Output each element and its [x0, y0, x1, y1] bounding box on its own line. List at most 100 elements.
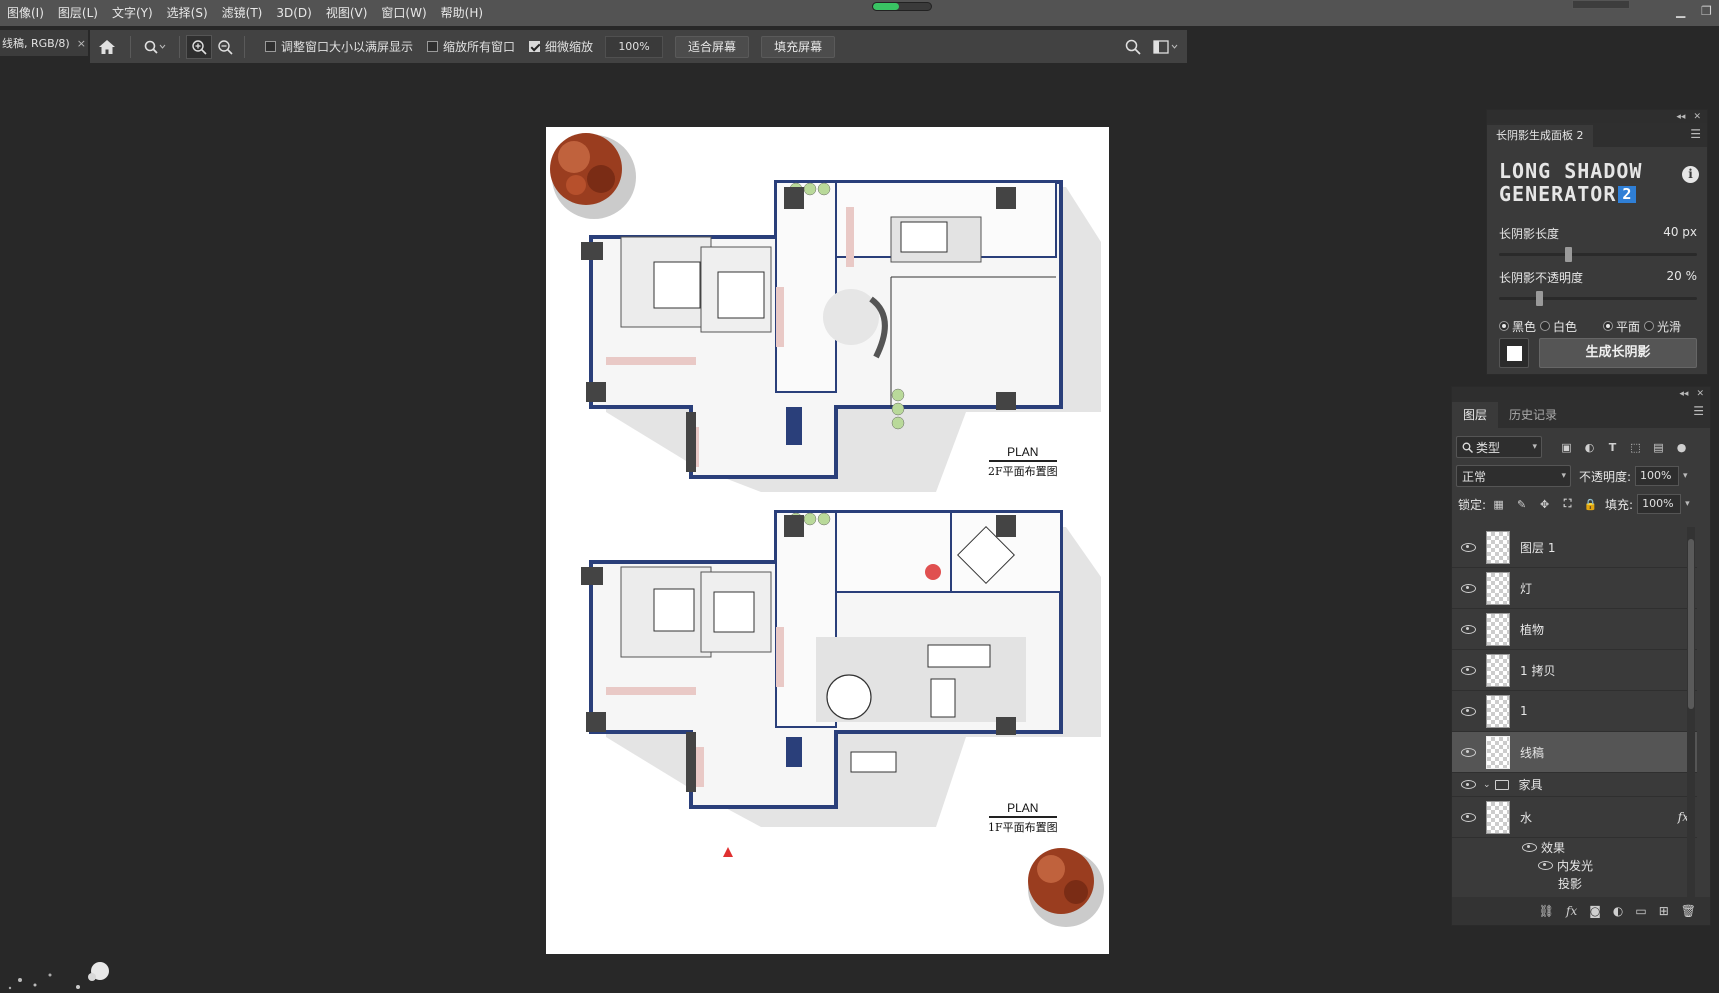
opacity-field[interactable]: 100%: [1635, 466, 1680, 486]
visibility-eye-icon[interactable]: [1461, 542, 1476, 552]
add-style-icon[interactable]: fx: [1566, 904, 1577, 918]
lock-paint-icon[interactable]: ✎: [1515, 498, 1528, 511]
filter-toggle-icon[interactable]: ●: [1675, 441, 1688, 454]
zoom-value-field[interactable]: 100%: [605, 35, 664, 58]
layer-row[interactable]: 1 拷贝: [1452, 650, 1697, 691]
layer-row[interactable]: 1: [1452, 691, 1697, 732]
panel-close-icon[interactable]: ✕: [1693, 112, 1701, 122]
opacity-slider[interactable]: [1499, 291, 1697, 306]
effects-row[interactable]: 效果: [1452, 838, 1697, 856]
close-icon[interactable]: ×: [77, 37, 86, 50]
workspace-icon[interactable]: [1153, 39, 1179, 54]
chevron-down-icon[interactable]: ⌄: [1483, 780, 1491, 790]
visibility-eye-icon[interactable]: [1461, 665, 1476, 675]
collapse-icon[interactable]: ◂◂: [1676, 112, 1685, 122]
visibility-eye-icon[interactable]: [1461, 706, 1476, 716]
panel-menu-icon[interactable]: ☰: [1690, 127, 1701, 141]
lock-all-icon[interactable]: 🔒: [1584, 498, 1598, 511]
menu-type[interactable]: 文字(Y): [105, 0, 160, 26]
new-group-icon[interactable]: ▭: [1635, 904, 1646, 918]
zoom-in-button[interactable]: [186, 34, 212, 59]
resize-windows-checkbox[interactable]: 调整窗口大小以满屏显示: [265, 38, 413, 55]
blend-mode-dropdown[interactable]: 正常 ▾: [1456, 465, 1571, 487]
lock-transparent-icon[interactable]: ▦: [1492, 498, 1505, 511]
filter-smart-object-icon[interactable]: ▤: [1652, 441, 1665, 454]
delete-icon[interactable]: 🗑: [1681, 904, 1696, 918]
layer-row[interactable]: 图层 1: [1452, 527, 1697, 568]
filter-type-icon[interactable]: T: [1606, 441, 1619, 454]
fill-field[interactable]: 100%: [1637, 494, 1682, 514]
visibility-eye-icon[interactable]: [1461, 747, 1476, 757]
menu-window[interactable]: 窗口(W): [374, 0, 433, 26]
chevron-down-icon[interactable]: ▾: [1683, 471, 1688, 481]
scrubby-zoom-checkbox[interactable]: 细微缩放: [529, 38, 593, 55]
filter-dropdown[interactable]: 类型 ▾: [1456, 436, 1542, 458]
visibility-eye-icon[interactable]: [1522, 842, 1537, 852]
new-layer-icon[interactable]: ⊞: [1659, 904, 1669, 918]
lock-position-icon[interactable]: ✥: [1538, 498, 1551, 511]
search-icon[interactable]: [1125, 39, 1141, 55]
radio-smooth[interactable]: 光滑: [1644, 318, 1681, 335]
menu-3d[interactable]: 3D(D): [269, 0, 318, 26]
layers-scrollbar[interactable]: [1687, 527, 1695, 907]
radio-black[interactable]: 黑色: [1499, 318, 1536, 335]
shadow-color-swatch[interactable]: [1499, 338, 1529, 368]
lock-artboard-icon[interactable]: ⛶: [1561, 497, 1574, 511]
radio-flat[interactable]: 平面: [1603, 318, 1640, 335]
effect-row[interactable]: 投影: [1452, 874, 1697, 892]
filter-shape-icon[interactable]: ⬚: [1629, 441, 1642, 454]
collapse-icon[interactable]: ◂◂: [1679, 389, 1688, 399]
lock-row: 锁定: ▦ ✎ ✥ ⛶ 🔒 填充: 100% ▾: [1456, 494, 1706, 514]
checkbox-box: [529, 41, 541, 52]
adjustment-layer-icon[interactable]: ◐: [1613, 904, 1623, 918]
menu-view[interactable]: 视图(V): [319, 0, 375, 26]
visibility-eye-icon[interactable]: [1538, 860, 1553, 870]
layer-row-selected[interactable]: 线稿: [1452, 732, 1697, 773]
zoom-tool-button[interactable]: [137, 35, 173, 59]
menu-help[interactable]: 帮助(H): [434, 0, 490, 26]
tab-long-shadow[interactable]: 长阴影生成面板 2: [1487, 125, 1593, 147]
panel-close-icon[interactable]: ✕: [1696, 389, 1704, 399]
radio-white[interactable]: 白色: [1540, 318, 1577, 335]
tab-history[interactable]: 历史记录: [1498, 402, 1568, 428]
layers-footer: ⛓ fx ◙ ◐ ▭ ⊞ 🗑: [1452, 897, 1710, 925]
fill-screen-button[interactable]: 填充屏幕: [761, 35, 836, 58]
scrollbar-thumb[interactable]: [1688, 539, 1694, 709]
layer-group-row[interactable]: ⌄ 家具: [1452, 773, 1697, 797]
lsg-title-line2: GENERATOR: [1499, 182, 1617, 206]
info-icon[interactable]: i: [1682, 166, 1699, 183]
chevron-down-icon[interactable]: ▾: [1685, 499, 1690, 509]
minimize-icon[interactable]: ▁: [1676, 4, 1685, 18]
document-canvas[interactable]: PLAN 2F平面布置图 PLAN 1F平面布置图: [546, 127, 1109, 954]
restore-icon[interactable]: ❐: [1701, 4, 1712, 18]
layer-row[interactable]: 水 fx: [1452, 797, 1697, 838]
menu-filter[interactable]: 滤镜(T): [215, 0, 270, 26]
generate-shadow-button[interactable]: 生成长阴影: [1539, 338, 1697, 368]
length-slider[interactable]: [1499, 247, 1697, 262]
zoom-out-button[interactable]: [212, 35, 238, 59]
fit-screen-button[interactable]: 适合屏幕: [675, 35, 750, 58]
menu-layer[interactable]: 图层(L): [51, 0, 105, 26]
visibility-eye-icon[interactable]: [1461, 583, 1476, 593]
effect-row[interactable]: 内发光: [1452, 856, 1697, 874]
checkbox-box: [427, 41, 439, 52]
link-icon[interactable]: ⛓: [1539, 904, 1554, 918]
add-mask-icon[interactable]: ◙: [1589, 904, 1601, 918]
visibility-eye-icon[interactable]: [1461, 812, 1476, 822]
tab-layers[interactable]: 图层: [1452, 402, 1499, 428]
visibility-eye-icon[interactable]: [1461, 624, 1476, 634]
layer-row[interactable]: 灯: [1452, 568, 1697, 609]
menu-image[interactable]: 图像(I): [0, 0, 51, 26]
document-tab[interactable]: 线稿, RGB/8) ×: [0, 30, 88, 56]
opacity-slider-knob[interactable]: [1535, 291, 1543, 306]
panel-menu-icon[interactable]: ☰: [1693, 404, 1704, 418]
layer-name: 图层 1: [1520, 540, 1556, 555]
length-slider-knob[interactable]: [1565, 247, 1573, 262]
menu-select[interactable]: 选择(S): [160, 0, 215, 26]
home-button[interactable]: [90, 35, 124, 59]
visibility-eye-icon[interactable]: [1461, 780, 1476, 789]
layer-row[interactable]: 植物: [1452, 609, 1697, 650]
zoom-all-checkbox[interactable]: 缩放所有窗口: [427, 38, 515, 55]
filter-pixel-icon[interactable]: ▣: [1560, 441, 1573, 454]
filter-adjustment-icon[interactable]: ◐: [1583, 441, 1596, 454]
